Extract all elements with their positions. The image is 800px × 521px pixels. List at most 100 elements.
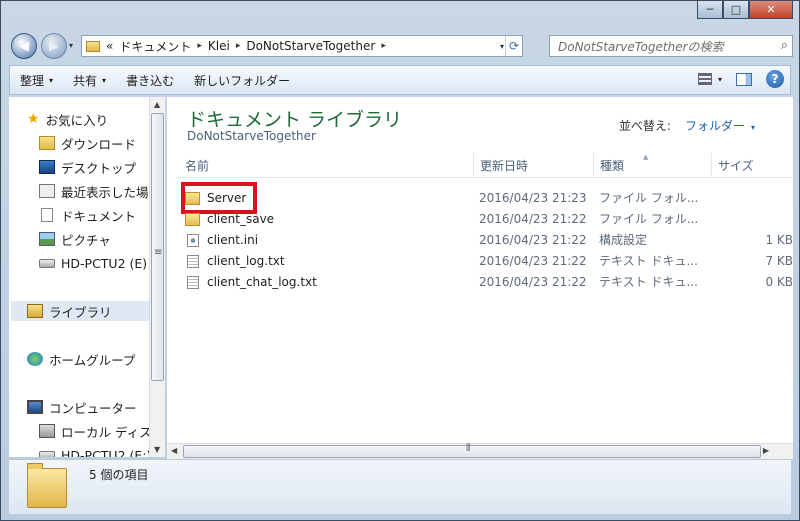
removable-drive-icon [39, 258, 55, 268]
scroll-down-icon[interactable]: ▼ [154, 445, 160, 454]
folder-icon [27, 463, 67, 508]
file-size: 7 KB [765, 254, 793, 268]
file-name: client_chat_log.txt [207, 275, 317, 289]
file-size [715, 209, 793, 230]
help-icon[interactable]: ? [766, 70, 784, 88]
navigation-scrollbar[interactable]: ▲ ≡ ▼ [149, 97, 165, 457]
details-pane: 5 個の項目 [9, 459, 791, 514]
sidebar-item-favorites[interactable]: ★ お気に入り [27, 109, 108, 129]
file-size: 0 KB [765, 275, 793, 289]
removable-drive-icon [39, 450, 55, 457]
pictures-icon [39, 232, 55, 246]
address-bar[interactable]: « ドキュメント ▸ Klei ▸ DoNotStarveTogether ▸ … [81, 35, 523, 57]
library-subtitle[interactable]: DoNotStarveTogether [187, 129, 316, 143]
sidebar-item-desktop[interactable]: デスクトップ [39, 157, 136, 177]
text-file-icon [187, 276, 199, 289]
breadcrumb-documents[interactable]: ドキュメント [119, 38, 191, 55]
sidebar-item-label: ダウンロード [61, 136, 137, 152]
search-icon[interactable]: ⌕ [781, 38, 788, 53]
back-arrow-icon: ◀ [19, 38, 29, 54]
column-header-date[interactable]: 更新日時 [473, 153, 593, 177]
sidebar-item-computer[interactable]: コンピューター [27, 397, 137, 417]
file-type: テキスト ドキュ... [599, 275, 698, 289]
homegroup-icon [27, 352, 43, 366]
forward-button[interactable]: ▶ [41, 33, 67, 59]
item-count: 5 個の項目 [89, 468, 149, 482]
document-icon [41, 208, 53, 222]
share-button[interactable]: 共有 ▾ [63, 66, 116, 94]
sidebar-item-local-disk[interactable]: ローカル ディスク [39, 421, 164, 441]
sidebar-item-label: ドキュメント [61, 208, 137, 224]
toolbar-right: ▾ ? [697, 70, 784, 88]
organize-button[interactable]: 整理 ▾ [10, 66, 63, 94]
arrange-by-value[interactable]: フォルダー [685, 119, 745, 133]
library-title: ドキュメント ライブラリ [187, 109, 403, 131]
preview-pane-icon[interactable] [736, 72, 752, 86]
close-button[interactable]: ✕ [749, 1, 793, 19]
navigation-pane: ★ お気に入り ダウンロード デスクトップ 最近表示した場所 ドキュメント ピク… [9, 97, 165, 457]
organize-label: 整理 [20, 73, 45, 88]
local-disk-icon [39, 424, 55, 438]
column-header-size[interactable]: サイズ [711, 153, 793, 177]
sidebar-item-drive-e[interactable]: HD-PCTU2 (E) [39, 253, 147, 273]
search-box[interactable]: ⌕ [549, 35, 793, 57]
ini-file-icon [187, 234, 199, 247]
computer-icon [27, 400, 43, 414]
sidebar-item-pictures[interactable]: ピクチャ [39, 229, 111, 249]
breadcrumb-separator[interactable]: ▸ [197, 41, 202, 51]
file-row-client-ini[interactable]: client.ini 2016/04/23 21:22 構成設定 1 KB [175, 230, 793, 251]
sidebar-item-label: デスクトップ [61, 160, 137, 176]
search-input[interactable] [556, 37, 770, 57]
recent-pages-dropdown[interactable]: ▾ [69, 41, 73, 50]
file-list-hscrollbar[interactable]: ◀ ⦀ ▶ [167, 443, 793, 459]
scrollbar-thumb[interactable]: ⦀ [183, 443, 761, 458]
window-controls: ─ □ ✕ [697, 1, 793, 19]
address-dropdown[interactable]: ▾ [500, 42, 504, 51]
new-folder-button[interactable]: 新しいフォルダー [184, 66, 300, 94]
sidebar-item-homegroup[interactable]: ホームグループ [27, 349, 135, 369]
file-row-client-chat-log[interactable]: client_chat_log.txt 2016/04/23 21:22 テキス… [175, 272, 793, 293]
file-name: client_log.txt [207, 254, 285, 268]
burn-button[interactable]: 書き込む [116, 66, 184, 94]
breadcrumb-klei[interactable]: Klei [208, 39, 230, 53]
column-header-type[interactable]: 種類 [593, 153, 711, 177]
scroll-right-icon[interactable]: ▶ [763, 446, 769, 455]
file-row-client-log[interactable]: client_log.txt 2016/04/23 21:22 テキスト ドキュ… [175, 251, 793, 272]
sidebar-item-drive-e2[interactable]: HD-PCTU2 (E:) [39, 445, 151, 457]
column-headers: 名前 更新日時 種類 サイズ [175, 153, 793, 178]
file-row-server[interactable]: Server 2016/04/23 21:23 ファイル フォル... [175, 188, 793, 209]
minimize-button[interactable]: ─ [697, 1, 723, 19]
back-button[interactable]: ◀ [11, 33, 37, 59]
breadcrumb-donotstarvetogether[interactable]: DoNotStarveTogether [246, 39, 375, 53]
chevron-down-icon: ▾ [49, 75, 54, 85]
maximize-button[interactable]: □ [723, 1, 749, 19]
sidebar-item-libraries[interactable]: ライブラリ [11, 301, 151, 321]
scroll-up-icon[interactable]: ▲ [154, 100, 160, 109]
file-row-client-save[interactable]: client_save 2016/04/23 21:22 ファイル フォル... [175, 209, 793, 230]
sidebar-item-label: ピクチャ [61, 232, 111, 248]
view-options-icon[interactable] [697, 73, 712, 85]
chevron-down-icon[interactable]: ▾ [751, 123, 755, 132]
breadcrumb-separator[interactable]: ▸ [236, 41, 241, 51]
chevron-down-icon[interactable]: ▾ [718, 75, 722, 84]
column-header-name[interactable]: 名前 [179, 153, 475, 177]
file-type: 構成設定 [599, 233, 648, 247]
sidebar-item-label: コンピューター [49, 400, 137, 416]
file-date: 2016/04/23 21:22 [479, 254, 587, 268]
folder-icon [86, 40, 100, 52]
scrollbar-grip-icon: ≡ [154, 247, 163, 258]
file-type: テキスト ドキュ... [599, 254, 698, 268]
refresh-icon[interactable]: ⟳ [505, 36, 522, 56]
arrange-by: 並べ替え: フォルダー ▾ [619, 117, 755, 134]
sidebar-item-downloads[interactable]: ダウンロード [39, 133, 136, 153]
breadcrumb-overflow[interactable]: « [106, 39, 113, 53]
breadcrumb-separator[interactable]: ▸ [381, 41, 386, 51]
file-size: 1 KB [765, 233, 793, 247]
scroll-left-icon[interactable]: ◀ [171, 446, 177, 455]
sidebar-item-label: ホームグループ [49, 352, 136, 368]
address-row: ◀ ▶ ▾ « ドキュメント ▸ Klei ▸ DoNotStarveToget… [9, 31, 793, 59]
sidebar-item-documents[interactable]: ドキュメント [39, 205, 136, 225]
sidebar-item-label: お気に入り [45, 112, 109, 128]
sidebar-item-recent-places[interactable]: 最近表示した場所 [39, 181, 161, 201]
arrange-by-label: 並べ替え: [618, 119, 671, 133]
